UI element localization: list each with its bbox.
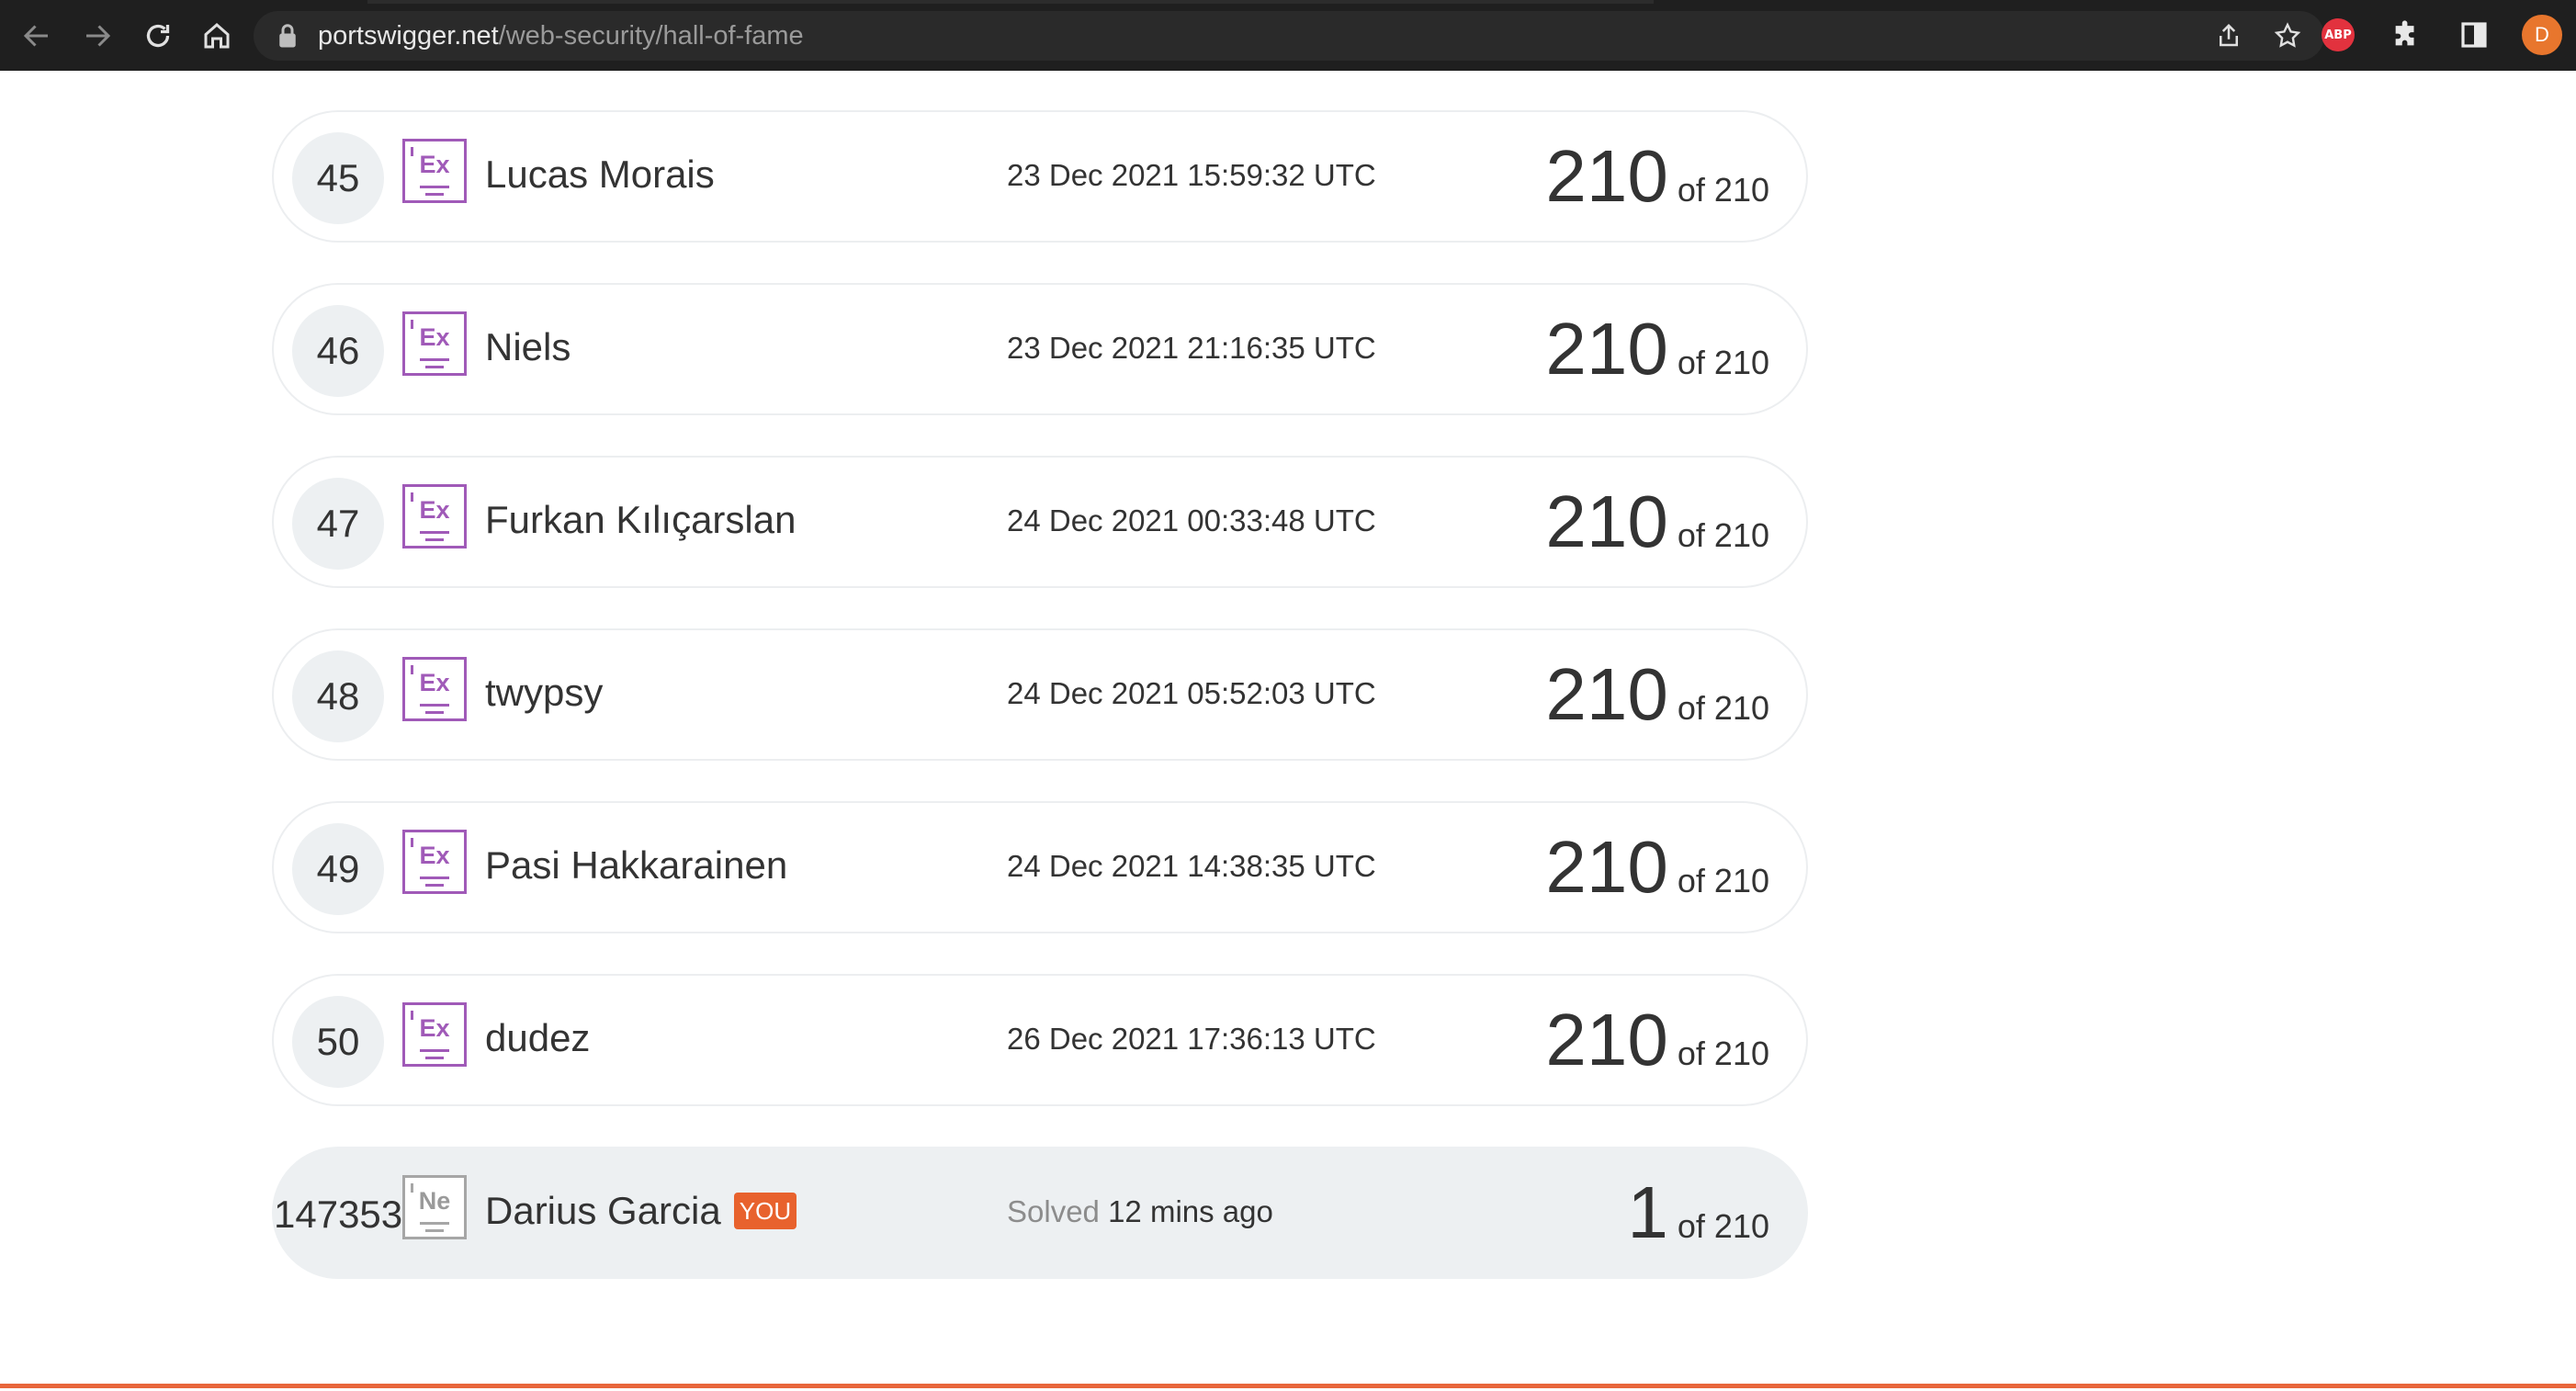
completion-date: 24 Dec 2021 00:33:48 UTC (1007, 503, 1376, 537)
leaderboard-row: 49 Ex Pasi Hakkarainen 24 Dec 2021 14:38… (272, 801, 1808, 933)
browser-toolbar: portswigger.net/web-security/hall-of-fam… (0, 0, 2576, 71)
user-name: twypsy (485, 671, 604, 714)
score-total: of 210 (1677, 1035, 1769, 1072)
score-total: of 210 (1677, 862, 1769, 899)
leaderboard-row: 48 Ex twypsy 24 Dec 2021 05:52:03 UTC 21… (272, 628, 1808, 761)
hall-of-fame-list: 45 Ex Lucas Morais 23 Dec 2021 15:59:32 … (272, 110, 1808, 1319)
side-panel-button[interactable] (2453, 14, 2495, 56)
url-text: portswigger.net/web-security/hall-of-fam… (318, 21, 804, 51)
bookmark-button[interactable] (2269, 17, 2306, 54)
back-button[interactable] (15, 14, 59, 58)
url-host: portswigger.net (318, 20, 499, 51)
score-value: 210 (1545, 135, 1668, 217)
score: 1 of 210 (1627, 1169, 1769, 1257)
score-value: 210 (1545, 481, 1668, 562)
novice-level-icon: Ne (402, 1175, 467, 1239)
completion-date: 23 Dec 2021 21:16:35 UTC (1007, 331, 1376, 365)
leaderboard-row: 46 Ex Niels 23 Dec 2021 21:16:35 UTC 210… (272, 283, 1808, 415)
solved-label: Solved (1007, 1194, 1100, 1228)
score: 210 of 210 (1545, 823, 1769, 911)
rank-number: 48 (292, 650, 384, 742)
adblock-icon: ABP (2322, 18, 2355, 51)
share-icon (2220, 23, 2238, 47)
url-path: /web-security/hall-of-fame (498, 20, 804, 51)
expert-level-icon: Ex (402, 139, 467, 203)
leaderboard-row: 47 Ex Furkan Kılıçarslan 24 Dec 2021 00:… (272, 456, 1808, 588)
forward-button[interactable] (75, 14, 119, 58)
user-name: Furkan Kılıçarslan (485, 498, 797, 541)
score: 210 of 210 (1545, 650, 1769, 739)
completion-date: 24 Dec 2021 05:52:03 UTC (1007, 676, 1376, 710)
score: 210 of 210 (1545, 305, 1769, 393)
expert-level-icon: Ex (402, 311, 467, 376)
score-total: of 210 (1677, 344, 1769, 381)
solved-when: 12 mins ago (1108, 1194, 1273, 1228)
score-total: of 210 (1677, 1207, 1769, 1245)
reload-icon (146, 24, 170, 47)
extensions-button[interactable] (2385, 14, 2427, 56)
star-icon (2274, 22, 2301, 48)
score-value: 210 (1545, 999, 1668, 1080)
user-name: Darius Garcia (485, 1189, 721, 1232)
solved-time: Solved 12 mins ago (1007, 1194, 1273, 1229)
score-value: 210 (1545, 653, 1668, 735)
share-button[interactable] (2210, 17, 2247, 54)
tab-strip (367, 0, 1654, 4)
user-name: Pasi Hakkarainen (485, 843, 788, 887)
home-button[interactable] (195, 14, 239, 58)
arrow-right-icon (86, 24, 111, 47)
leaderboard-row: 50 Ex dudez 26 Dec 2021 17:36:13 UTC 210… (272, 974, 1808, 1106)
completion-date: 23 Dec 2021 15:59:32 UTC (1007, 158, 1376, 192)
profile-button[interactable]: D (2521, 14, 2563, 56)
score-value: 1 (1627, 1171, 1668, 1253)
user-name: dudez (485, 1016, 591, 1059)
score: 210 of 210 (1545, 996, 1769, 1084)
score-total: of 210 (1677, 689, 1769, 727)
rank-number: 147353 (274, 1193, 403, 1236)
rank-number: 50 (292, 996, 384, 1088)
lock-icon (279, 24, 296, 48)
side-panel-icon (2461, 22, 2487, 48)
home-icon (204, 22, 230, 48)
completion-date: 24 Dec 2021 14:38:35 UTC (1007, 849, 1376, 883)
expert-level-icon: Ex (402, 484, 467, 548)
user-name: Lucas Morais (485, 153, 715, 196)
score-total: of 210 (1677, 516, 1769, 554)
expert-level-icon: Ex (402, 1002, 467, 1067)
you-badge: YOU (733, 1193, 797, 1229)
address-bar[interactable]: portswigger.net/web-security/hall-of-fam… (254, 11, 2324, 61)
expert-level-icon: Ex (402, 830, 467, 894)
rank-number: 47 (292, 478, 384, 570)
puzzle-icon (2395, 20, 2414, 46)
score: 210 of 210 (1545, 132, 1769, 221)
rank-number: 49 (292, 823, 384, 915)
score-value: 210 (1545, 308, 1668, 390)
score-total: of 210 (1677, 171, 1769, 209)
my-leaderboard-row: 147353 Ne Darius Garcia YOU Solved 12 mi… (272, 1147, 1808, 1279)
avatar: D (2522, 15, 2562, 55)
adblock-extension-button[interactable]: ABP (2317, 14, 2359, 56)
reload-button[interactable] (136, 14, 180, 58)
score: 210 of 210 (1545, 478, 1769, 566)
rank-number: 46 (292, 305, 384, 397)
score-value: 210 (1545, 826, 1668, 908)
rank-number: 45 (292, 132, 384, 224)
completion-date: 26 Dec 2021 17:36:13 UTC (1007, 1022, 1376, 1056)
expert-level-icon: Ex (402, 657, 467, 721)
user-name: Niels (485, 325, 571, 368)
leaderboard-row: 45 Ex Lucas Morais 23 Dec 2021 15:59:32 … (272, 110, 1808, 243)
arrow-left-icon (23, 24, 48, 47)
footer-divider (0, 1384, 2576, 1388)
